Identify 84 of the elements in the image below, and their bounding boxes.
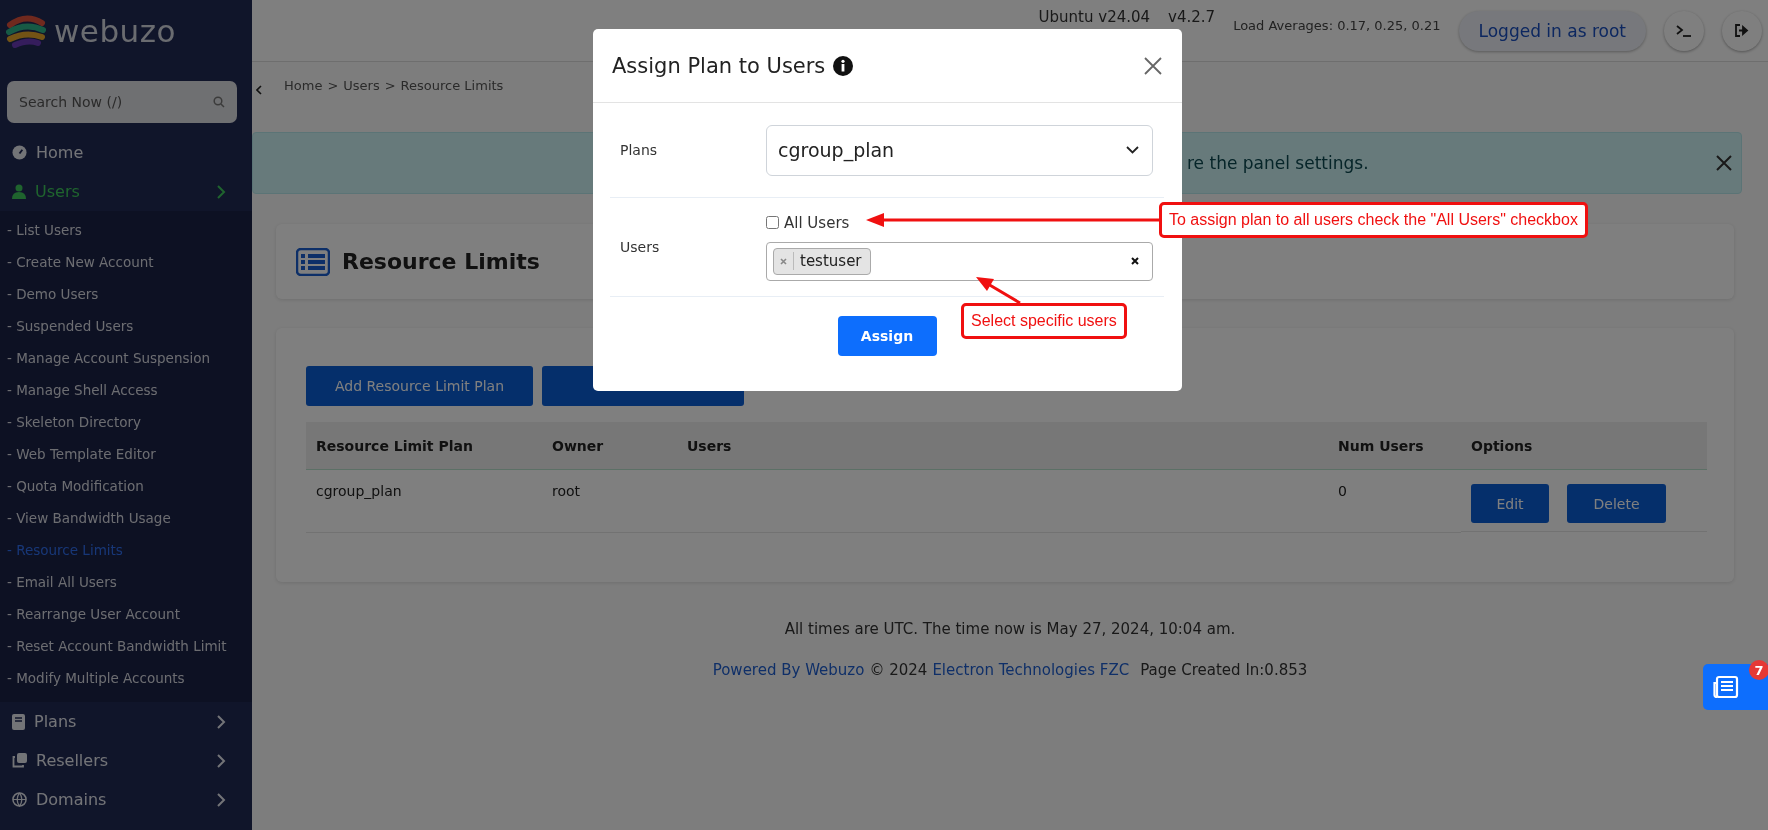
chevron-icon: [217, 184, 226, 199]
submenu-item[interactable]: - Suspended Users: [0, 310, 252, 342]
submenu-item[interactable]: - Manage Account Suspension: [0, 342, 252, 374]
notification-badge: 7: [1749, 660, 1768, 680]
sidebar-item[interactable]: Users: [0, 172, 252, 211]
submenu-item[interactable]: - Email All Users: [0, 566, 252, 598]
submenu-item[interactable]: - View Bandwidth Usage: [0, 502, 252, 534]
column-header: Num Users: [1328, 422, 1461, 470]
annotation-callout: Select specific users: [961, 303, 1127, 339]
annotation-arrow: [976, 277, 1021, 305]
chevron-icon: [217, 792, 226, 807]
copy-icon: [12, 753, 27, 768]
field-label: Users: [619, 239, 661, 255]
sidebar-item[interactable]: Domains: [0, 780, 252, 819]
info-icon: [833, 55, 854, 76]
checkbox-label: All Users: [784, 213, 850, 232]
page-created-text: Page Created In:0.853: [1140, 661, 1308, 679]
submenu-item[interactable]: - Web Template Editor: [0, 438, 252, 470]
submenu-item[interactable]: - Create New Account: [0, 246, 252, 278]
breadcrumb-link[interactable]: Resource Limits: [400, 77, 504, 93]
users-multiselect[interactable]: testuser: [766, 241, 1153, 281]
submenu-item[interactable]: - Skeleton Directory: [0, 406, 252, 438]
submenu-item[interactable]: - Modify Multiple Accounts: [0, 662, 252, 694]
copyright-text: © 2024: [869, 661, 928, 679]
search-icon: [213, 96, 225, 108]
table-cell: root: [552, 483, 581, 499]
column-header: Resource Limit Plan: [306, 422, 542, 470]
page-title: Resource Limits: [342, 249, 540, 274]
logout-icon: [1735, 24, 1749, 37]
breadcrumb-separator: >: [384, 77, 396, 93]
edit-button[interactable]: Edit: [1471, 484, 1549, 523]
annotation-callout: To assign plan to all users check the "All Users" checkbox: [1159, 202, 1588, 238]
delete-button[interactable]: Delete: [1567, 484, 1666, 523]
terminal-button[interactable]: [1664, 10, 1704, 51]
submenu-item[interactable]: - List Users: [0, 214, 252, 246]
close-icon[interactable]: [1715, 154, 1733, 172]
submenu-item[interactable]: - Manage Shell Access: [0, 374, 252, 406]
submenu-item[interactable]: - Quota Modification: [0, 470, 252, 502]
sidebar-item[interactable]: Home: [0, 133, 252, 172]
caret-icon: [1126, 146, 1139, 154]
plan-select[interactable]: cgroup_plan: [766, 124, 1153, 176]
sidebar-item[interactable]: Plans: [0, 702, 252, 741]
table-cell: cgroup_plan: [316, 483, 402, 499]
column-header: Users: [677, 422, 1328, 470]
search-field[interactable]: Search Now (/): [7, 81, 237, 123]
breadcrumb-link[interactable]: Home: [284, 77, 323, 93]
remove-icon[interactable]: [780, 257, 787, 265]
company-link[interactable]: Electron Technologies FZC: [932, 661, 1130, 679]
chevron-icon: [217, 714, 226, 729]
time-note: All times are UTC. The time now is May 27, 2024, 10:04 am.: [784, 620, 1236, 638]
logged-in-button[interactable]: Logged in as root: [1458, 10, 1646, 51]
column-header: Options: [1461, 422, 1707, 470]
column-header: Owner: [542, 422, 677, 470]
gauge-icon: [12, 145, 27, 160]
user-tag[interactable]: testuser: [773, 247, 871, 275]
dialog-title: Assign Plan to Users: [612, 53, 826, 78]
chevron-icon: [217, 753, 226, 768]
alert-text: re the panel settings.: [1187, 153, 1370, 173]
close-icon[interactable]: [1144, 56, 1162, 75]
submenu-item[interactable]: - Rearrange User Account: [0, 598, 252, 630]
terminal-icon: [1676, 24, 1692, 37]
breadcrumb-link[interactable]: Users: [343, 77, 380, 93]
logout-button[interactable]: [1722, 10, 1762, 51]
powered-by-link[interactable]: Powered By Webuzo: [712, 661, 865, 679]
field-label: Plans: [619, 142, 659, 158]
load-averages: Load Averages: 0.17, 0.25, 0.21: [1233, 18, 1441, 33]
app-version: v4.2.7: [1168, 8, 1216, 26]
clear-icon[interactable]: [1131, 257, 1139, 265]
all-users-checkbox[interactable]: [766, 216, 779, 229]
logo-text: webuzo: [54, 13, 176, 49]
assign-button[interactable]: Assign: [837, 316, 937, 356]
collapse-icon[interactable]: [256, 85, 262, 95]
user-icon: [12, 184, 26, 199]
os-version: Ubuntu v24.04: [1038, 8, 1151, 26]
table-cell: 0: [1338, 483, 1347, 499]
add-plan-button[interactable]: Add Resource Limit Plan: [306, 366, 533, 406]
breadcrumb-separator: >: [327, 77, 339, 93]
newspaper-icon: [1713, 675, 1739, 699]
sidebar-item[interactable]: Resellers: [0, 741, 252, 780]
globe-icon: [12, 792, 27, 807]
list-icon: [296, 247, 330, 276]
submenu-item[interactable]: - Demo Users: [0, 278, 252, 310]
submenu-item[interactable]: - Reset Account Bandwidth Limit: [0, 630, 252, 662]
book-icon: [12, 713, 25, 730]
